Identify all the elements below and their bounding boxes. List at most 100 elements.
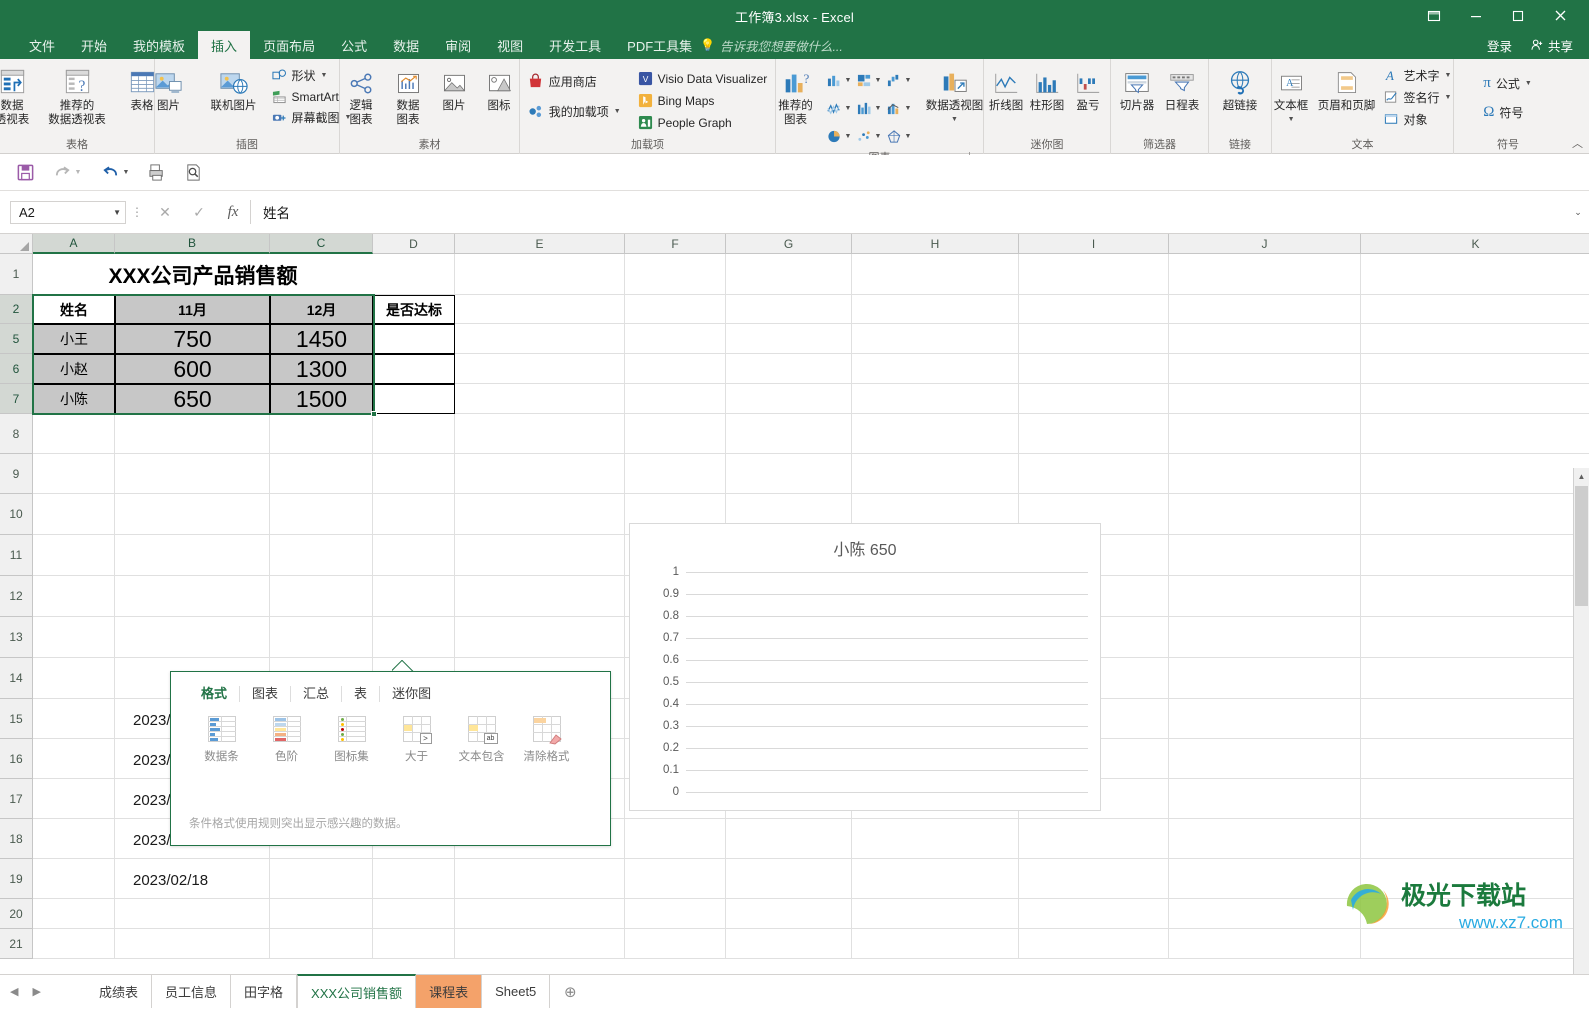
row-header-1[interactable]: 1 (0, 254, 33, 295)
column-header-I[interactable]: I (1019, 234, 1169, 254)
table-cell-nov-1[interactable]: 600 (115, 354, 270, 384)
pivot-table-button[interactable]: 数据 透视表 (0, 63, 43, 130)
column-header-C[interactable]: C (270, 234, 373, 254)
radar-chart-button[interactable]: ▼ (884, 123, 914, 149)
symbol-button[interactable]: Ω 符号 (1479, 102, 1537, 123)
table-cell-name-2[interactable]: 小陈 (33, 384, 115, 414)
row-header-13[interactable]: 13 (0, 617, 33, 658)
table-cell-target-0[interactable] (373, 324, 455, 354)
quick-analysis-tab-0[interactable]: 格式 (189, 686, 241, 702)
row-header-15[interactable]: 15 (0, 699, 33, 739)
column-header-B[interactable]: B (115, 234, 270, 254)
recommended-charts-button[interactable]: ? 推荐的 图表 (769, 63, 823, 130)
table-cell-dec-0[interactable]: 1450 (270, 324, 373, 354)
ribbon-tab-3[interactable]: 插入 (198, 31, 251, 59)
scroll-up-button[interactable]: ▲ (1574, 468, 1589, 484)
sparkline-winloss-button[interactable]: 盈亏 (1068, 63, 1109, 117)
row-header-11[interactable]: 11 (0, 535, 33, 576)
add-sheet-button[interactable]: ⊕ (550, 975, 590, 1008)
column-header-D[interactable]: D (373, 234, 455, 254)
waterfall-chart-button[interactable]: ▼ (884, 67, 914, 93)
row-header-14[interactable]: 14 (0, 658, 33, 699)
pie-chart-button[interactable]: ▼ (824, 123, 854, 149)
collapse-ribbon-button[interactable]: ︿ (1572, 135, 1583, 151)
print-preview-button[interactable] (176, 159, 210, 187)
bing-maps-button[interactable]: Bing Maps (634, 91, 773, 110)
cancel-edit-button[interactable]: ✕ (148, 200, 182, 224)
quick-analysis-text-contains[interactable]: ab 文本包含 (449, 716, 514, 764)
ribbon-tab-2[interactable]: 我的模板 (120, 31, 198, 59)
row-header-17[interactable]: 17 (0, 779, 33, 819)
ribbon-tab-10[interactable]: PDF工具集 (614, 31, 705, 59)
sheet-tab-5[interactable]: Sheet5 (482, 975, 551, 1008)
quick-analysis-clear-format[interactable]: 清除格式 (514, 716, 579, 764)
ribbon-tab-7[interactable]: 审阅 (432, 31, 484, 59)
material-icon-button[interactable]: 图标 (478, 63, 520, 117)
table-cell-nov-2[interactable]: 650 (115, 384, 270, 414)
quick-analysis-icon-sets[interactable]: 图标集 (319, 716, 384, 764)
hierarchy-chart-button[interactable]: ▼ (854, 67, 884, 93)
table-header-dec[interactable]: 12月 (270, 295, 373, 324)
column-chart-button[interactable]: ▼ (824, 67, 854, 93)
date-cell-b19[interactable]: 2023/02/18 (133, 860, 273, 900)
row-header-9[interactable]: 9 (0, 454, 33, 494)
sheet-table-title[interactable]: XXX公司产品销售额 (33, 254, 373, 295)
vertical-scroll-thumb[interactable] (1575, 486, 1588, 606)
save-button[interactable] (8, 159, 42, 187)
sheet-tab-1[interactable]: 员工信息 (152, 975, 232, 1008)
sparkline-column-button[interactable]: 柱形图 (1027, 63, 1068, 117)
row-header-16[interactable]: 16 (0, 739, 33, 779)
table-cell-name-0[interactable]: 小王 (33, 324, 115, 354)
people-graph-button[interactable]: People Graph (634, 113, 773, 132)
ribbon-tab-0[interactable]: 文件 (16, 31, 68, 59)
row-header-18[interactable]: 18 (0, 819, 33, 859)
sheet-tab-4[interactable]: 课程表 (416, 975, 483, 1008)
close-button[interactable] (1539, 0, 1581, 31)
ribbon-tab-6[interactable]: 数据 (380, 31, 432, 59)
sheet-tab-3[interactable]: XXX公司销售额 (297, 974, 417, 1008)
ribbon-tab-9[interactable]: 开发工具 (536, 31, 614, 59)
last-sheet-button[interactable]: ▶ (32, 985, 40, 998)
table-cell-name-1[interactable]: 小赵 (33, 354, 115, 384)
formula-input[interactable]: 姓名 (250, 200, 1567, 224)
sheet-tab-0[interactable]: 成绩表 (86, 975, 153, 1008)
ribbon-tab-1[interactable]: 开始 (68, 31, 120, 59)
row-header-2[interactable]: 2 (0, 295, 33, 324)
line-chart-button[interactable]: ▼ (824, 95, 854, 121)
expand-formula-bar-button[interactable]: ⌄ (1567, 207, 1589, 218)
table-cell-target-1[interactable] (373, 354, 455, 384)
column-header-H[interactable]: H (852, 234, 1019, 254)
row-header-21[interactable]: 21 (0, 929, 33, 959)
minimize-button[interactable] (1455, 0, 1497, 31)
object-button[interactable]: 对象 (1380, 109, 1457, 130)
row-header-7[interactable]: 7 (0, 384, 33, 414)
slicer-button[interactable]: 切片器 (1115, 63, 1160, 117)
online-picture-button[interactable]: 联机图片 (203, 63, 265, 117)
tell-me-box[interactable]: 💡 告诉我您想要做什么... (700, 31, 843, 59)
scatter-chart-button[interactable]: ▼ (854, 123, 884, 149)
logic-chart-button[interactable]: 逻辑 图表 (339, 63, 383, 130)
timeline-button[interactable]: 日程表 (1160, 63, 1205, 117)
row-header-6[interactable]: 6 (0, 354, 33, 384)
first-sheet-button[interactable]: ◀ (10, 985, 18, 998)
undo-button[interactable]: ▼ (92, 159, 138, 187)
row-header-5[interactable]: 5 (0, 324, 33, 354)
ribbon-tab-4[interactable]: 页面布局 (250, 31, 328, 59)
share-button[interactable]: 共享 (1522, 34, 1581, 57)
data-chart-button[interactable]: 数据 图表 (386, 63, 430, 130)
redo-button[interactable]: ▼ (44, 159, 90, 187)
store-button[interactable]: 应用商店 (523, 71, 626, 92)
table-cell-dec-2[interactable]: 1500 (270, 384, 373, 414)
equation-button[interactable]: π 公式 ▼ (1479, 73, 1537, 94)
quick-analysis-color-scales[interactable]: 色阶 (254, 716, 319, 764)
column-header-F[interactable]: F (625, 234, 726, 254)
quick-analysis-greater-than[interactable]: > 大于 (384, 716, 449, 764)
wordart-button[interactable]: A 艺术字 ▼ (1380, 65, 1457, 86)
row-header-20[interactable]: 20 (0, 899, 33, 929)
table-cell-nov-0[interactable]: 750 (115, 324, 270, 354)
recommended-pivot-button[interactable]: ? 推荐的 数据透视表 (46, 63, 108, 130)
chart-object[interactable]: 小陈 650 1 0.9 0.8 0.7 0.6 0.5 0.4 0.3 0.2 0.1 0 (629, 523, 1101, 811)
column-header-A[interactable]: A (33, 234, 115, 254)
column-header-E[interactable]: E (455, 234, 625, 254)
row-header-19[interactable]: 19 (0, 859, 33, 899)
